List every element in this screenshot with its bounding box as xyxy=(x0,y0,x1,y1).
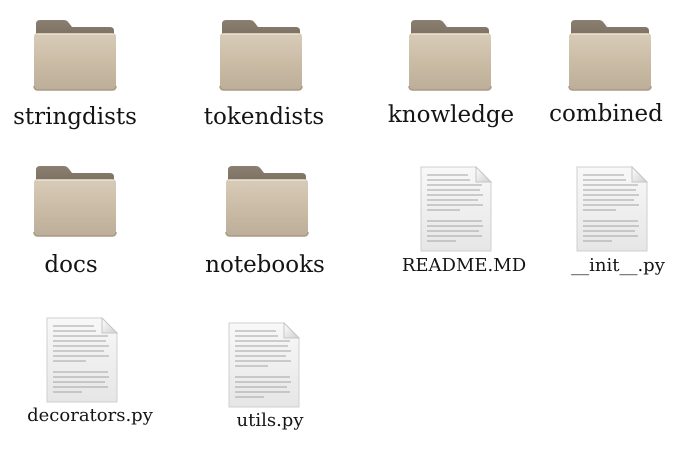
item-label: decorators.py xyxy=(27,405,153,426)
item-label: docs xyxy=(44,252,98,278)
file-item-readme[interactable]: README.MD xyxy=(376,150,526,285)
folder-item-notebooks[interactable]: notebooks xyxy=(188,150,338,285)
text-file-icon xyxy=(228,321,301,408)
folder-icon xyxy=(33,18,117,92)
file-item-decorators[interactable]: decorators.py xyxy=(0,300,180,440)
text-file-icon xyxy=(46,316,119,403)
folder-item-knowledge[interactable]: knowledge xyxy=(376,0,526,140)
file-item-init[interactable]: __init__.py xyxy=(532,150,682,285)
folder-item-docs[interactable]: docs xyxy=(0,150,150,285)
item-label: stringdists xyxy=(13,104,137,130)
item-label: knowledge xyxy=(387,102,515,128)
folder-item-stringdists[interactable]: stringdists xyxy=(0,0,150,140)
text-file-icon xyxy=(576,165,649,252)
folder-icon xyxy=(219,18,303,92)
file-item-utils[interactable]: utils.py xyxy=(188,300,338,440)
item-label: notebooks xyxy=(205,252,325,278)
folder-icon xyxy=(408,18,492,92)
item-label: utils.py xyxy=(236,410,304,431)
folder-icon xyxy=(33,164,117,238)
folder-icon xyxy=(225,164,309,238)
folder-item-tokendists[interactable]: tokendists xyxy=(188,0,338,140)
folder-icon xyxy=(568,18,652,92)
item-label: tokendists xyxy=(203,104,325,130)
item-label: combined xyxy=(549,101,663,127)
item-label: README.MD xyxy=(401,255,527,276)
item-label: __init__.py xyxy=(571,255,665,276)
text-file-icon xyxy=(420,165,493,252)
folder-view: stringdists tokendists knowledge combine… xyxy=(0,0,695,456)
folder-item-combined[interactable]: combined xyxy=(532,0,682,140)
